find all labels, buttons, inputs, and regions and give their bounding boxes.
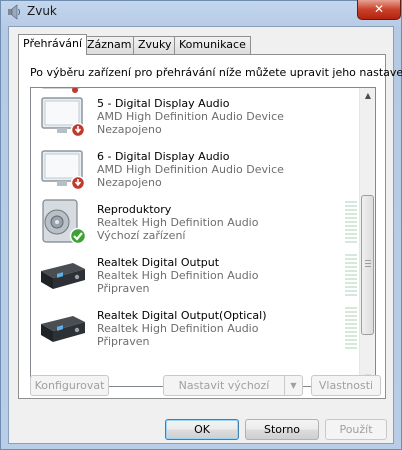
dialog-client-area: Přehrávání Záznam Zvuky Komunikace Po vý… xyxy=(8,26,402,444)
scroll-up-arrow-icon[interactable]: ▲ xyxy=(360,88,375,104)
instruction-text: Po výběru zařízení pro přehrávání níže m… xyxy=(30,66,402,79)
tab-recording[interactable]: Záznam xyxy=(82,36,137,54)
default-check-icon xyxy=(69,227,87,245)
device-name: 6 - Digital Display Audio xyxy=(97,150,230,163)
close-button[interactable]: ✕ xyxy=(357,0,401,20)
properties-button[interactable]: Vlastnosti xyxy=(311,375,381,396)
device-name: Realtek Digital Output(Optical) xyxy=(97,309,267,322)
configure-button[interactable]: Konfigurovat xyxy=(30,375,109,396)
device-name: Realtek Digital Output xyxy=(97,256,220,269)
volume-meter xyxy=(345,201,357,243)
device-list[interactable]: 5 - Digital Display Audio AMD High Defin… xyxy=(30,87,376,387)
device-driver: Realtek High Definition Audio xyxy=(97,322,259,335)
digital-output-icon xyxy=(41,316,85,342)
chevron-down-icon[interactable]: ▼ xyxy=(284,376,302,395)
digital-output-icon xyxy=(41,263,85,289)
set-default-button[interactable]: Nastavit výchozí ▼ xyxy=(163,375,303,396)
tab-sounds[interactable]: Zvuky xyxy=(133,36,177,54)
volume-meter xyxy=(345,307,357,349)
device-status: Připraven xyxy=(97,282,150,295)
ok-button[interactable]: OK xyxy=(165,419,239,440)
speaker-icon xyxy=(42,199,87,245)
title-bar[interactable]: Zvuk ✕ xyxy=(1,0,401,25)
device-row[interactable]: Realtek Digital Output Realtek High Defi… xyxy=(31,249,359,301)
volume-meter xyxy=(345,254,357,296)
device-name: 5 - Digital Display Audio xyxy=(97,97,230,110)
monitor-icon xyxy=(41,97,86,138)
device-status: Nezapojeno xyxy=(97,123,162,136)
device-driver: Realtek High Definition Audio xyxy=(97,216,259,229)
device-name: Reproduktory xyxy=(97,203,172,216)
device-status: Výchozí zařízení xyxy=(97,229,186,242)
sound-dialog: Zvuk ✕ Přehrávání Záznam Zvuky Komunikac… xyxy=(0,0,402,450)
device-row[interactable]: Reproduktory Realtek High Definition Aud… xyxy=(31,196,359,248)
device-row[interactable]: 6 - Digital Display Audio AMD High Defin… xyxy=(31,143,359,195)
apply-button[interactable]: Použít xyxy=(325,419,387,440)
device-row[interactable]: 5 - Digital Display Audio AMD High Defin… xyxy=(31,90,359,142)
device-driver: Realtek High Definition Audio xyxy=(97,269,259,282)
device-status: Nezapojeno xyxy=(97,176,162,189)
playback-panel: Po výběru zařízení pro přehrávání níže m… xyxy=(18,54,402,399)
device-driver: AMD High Definition Audio Device xyxy=(97,110,284,123)
scrollbar-thumb[interactable] xyxy=(361,195,374,335)
set-default-label: Nastavit výchozí xyxy=(178,379,270,392)
tab-playback[interactable]: Přehrávání xyxy=(18,34,88,55)
tab-communications[interactable]: Komunikace xyxy=(174,36,251,54)
device-status: Připraven xyxy=(97,335,150,348)
cancel-button[interactable]: Storno xyxy=(245,419,319,440)
grip-icon xyxy=(365,260,371,267)
device-row[interactable]: Realtek Digital Output(Optical) Realtek … xyxy=(31,302,359,354)
speaker-icon xyxy=(8,4,20,20)
device-list-scrollbar[interactable]: ▲ ▼ xyxy=(359,88,375,386)
device-driver: AMD High Definition Audio Device xyxy=(97,163,284,176)
monitor-icon xyxy=(41,150,86,191)
window-title: Zvuk xyxy=(27,4,57,18)
